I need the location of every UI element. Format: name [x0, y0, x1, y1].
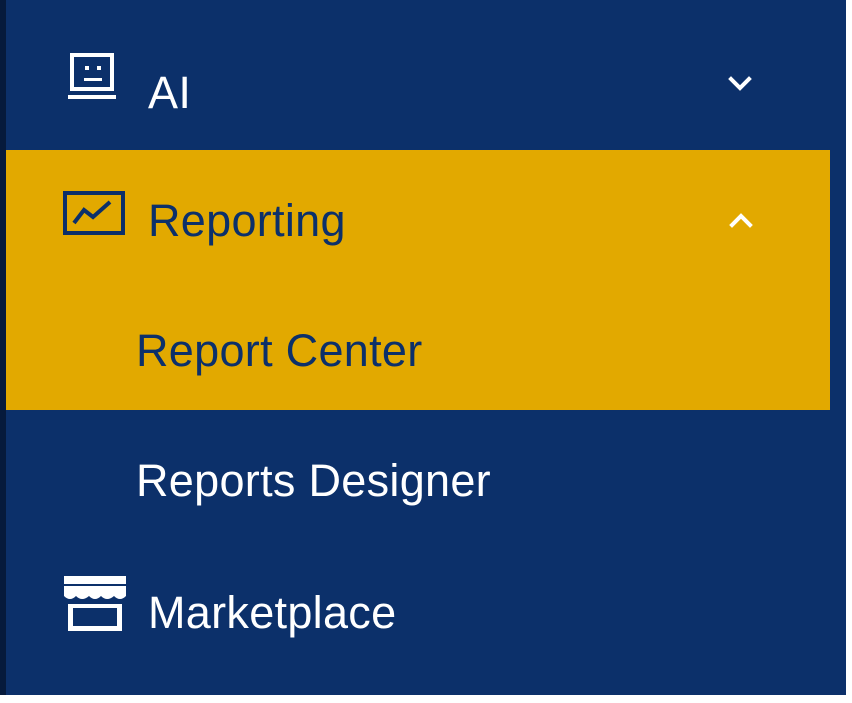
bottom-gap — [0, 695, 846, 703]
submenu-item-label-reports-designer: Reports Designer — [136, 455, 491, 506]
chevron-up-icon[interactable] — [729, 212, 753, 228]
sidebar-item-label-ai: AI — [148, 67, 192, 118]
right-gap — [846, 0, 852, 703]
sidebar-item-reporting[interactable] — [6, 150, 830, 282]
submenu-item-label-report-center: Report Center — [136, 325, 423, 376]
robot-icon — [68, 53, 116, 99]
right-border — [830, 0, 846, 703]
sidebar-item-label-marketplace: Marketplace — [148, 587, 397, 638]
sidebar-item-marketplace[interactable] — [6, 550, 830, 690]
chevron-down-icon[interactable] — [728, 76, 752, 92]
sidebar-item-ai[interactable] — [6, 4, 830, 150]
sidebar-item-label-reporting: Reporting — [148, 195, 346, 246]
sidebar-menu: AI Reporting Report Center Reports Desig… — [0, 0, 852, 703]
storefront-icon — [64, 576, 126, 631]
chart-line-icon — [63, 191, 125, 235]
